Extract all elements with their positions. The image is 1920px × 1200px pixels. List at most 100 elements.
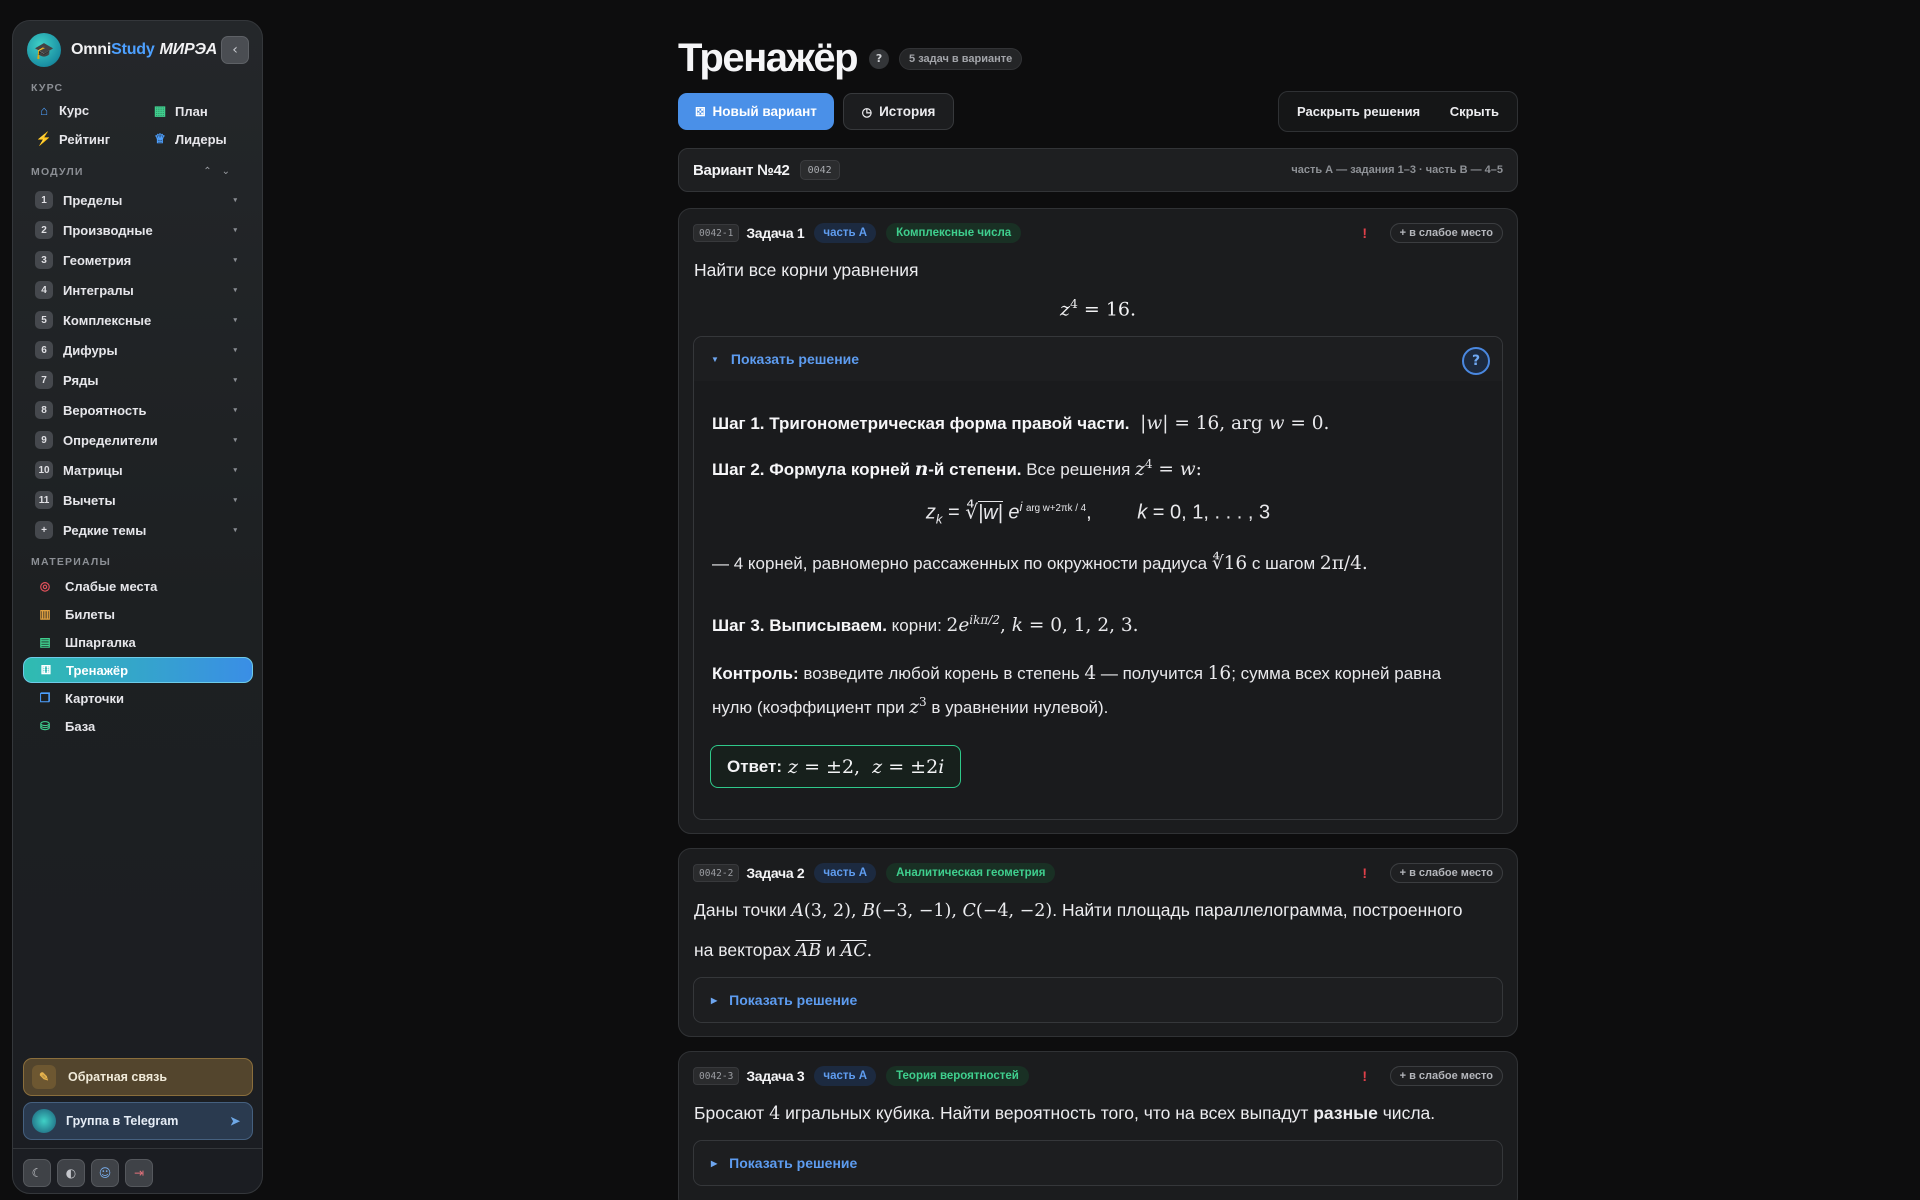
module-item[interactable]: 4 Интегралы ▾: [33, 277, 247, 303]
module-item[interactable]: 3 Геометрия ▾: [33, 247, 247, 273]
material-item-cards[interactable]: ❐ Карточки: [23, 685, 253, 711]
expand-collapse-modules[interactable]: ⌃⌄: [203, 166, 240, 177]
target-icon: ◎: [39, 579, 51, 593]
sidebar-toolbar: ☾ ◐ ☺ ⇥: [23, 1159, 153, 1187]
pencil-icon: ✎: [32, 1065, 56, 1089]
task-equation: z4 = 16.: [1059, 297, 1137, 321]
sidebar: 🎓 OmniStudy МИРЭА ‹ КУРС ⌂ Курс ▦ План ⚡ …: [12, 20, 263, 1194]
nav-item-leaders[interactable]: ♕ Лидеры: [151, 131, 226, 147]
task-code: 0042-2: [693, 864, 740, 882]
part-tag: часть А: [814, 863, 877, 883]
caret-down-icon: ▾: [233, 287, 237, 294]
hide-solutions-button[interactable]: Скрыть: [1450, 104, 1499, 119]
part-tag: часть А: [814, 1066, 877, 1086]
report-icon[interactable]: !: [1362, 1068, 1367, 1084]
module-item[interactable]: 2 Производные ▾: [33, 217, 247, 243]
nav-item-plan[interactable]: ▦ План: [151, 103, 208, 119]
variant-header: Вариант №42 0042 часть А — задания 1–3 ·…: [678, 148, 1518, 192]
module-item[interactable]: 8 Вероятность ▾: [33, 397, 247, 423]
task-card: 0042-3 Задача 3 часть А Теория вероятнос…: [678, 1051, 1518, 1200]
task-header: 0042-3 Задача 3 часть А Теория вероятнос…: [693, 1066, 1503, 1086]
material-item-trainer[interactable]: ⚅ Тренажёр: [23, 657, 253, 683]
module-item[interactable]: 10 Матрицы ▾: [33, 457, 247, 483]
task-title: Задача 2: [746, 865, 805, 881]
brand-header: 🎓 OmniStudy МИРЭА ‹: [27, 31, 249, 69]
report-icon[interactable]: !: [1362, 225, 1367, 241]
section-label-course: КУРС: [31, 82, 64, 94]
brand-name[interactable]: OmniStudy МИРЭА: [71, 41, 217, 59]
page-title: Тренажёр: [678, 36, 859, 80]
module-item[interactable]: + Редкие темы ▾: [33, 517, 247, 543]
solution-panel: ▼ Показать решение ? Шаг 1. Тригонометри…: [693, 336, 1503, 820]
task-title: Задача 3: [746, 1068, 805, 1084]
feedback-button[interactable]: ✎ Обратная связь: [23, 1058, 253, 1096]
solution-toggle[interactable]: ▶ Показать решение: [694, 978, 1502, 1022]
caret-down-icon: ▾: [233, 317, 237, 324]
telegram-group-button[interactable]: Группа в Telegram ➤: [23, 1102, 253, 1140]
home-icon: ⌂: [40, 103, 48, 118]
reveal-solutions-button[interactable]: Раскрыть решения: [1279, 104, 1420, 119]
title-row: Тренажёр ? 5 задач в варианте: [678, 36, 1023, 81]
module-item[interactable]: 9 Определители ▾: [33, 427, 247, 453]
material-item-database[interactable]: ⛁ База: [23, 713, 253, 739]
solutions-toggle-group: Раскрыть решения Скрыть: [1278, 91, 1518, 132]
section-label-materials: МАТЕРИАЛЫ: [31, 556, 111, 568]
new-variant-button[interactable]: ⚄ Новый вариант: [678, 93, 834, 130]
dice-icon: ⚅: [40, 663, 52, 677]
report-icon[interactable]: !: [1362, 865, 1367, 881]
solution-panel: ▶ Показать решение: [693, 1140, 1503, 1186]
dice-icon: ⚄: [695, 104, 706, 119]
part-tag: часть А: [814, 223, 877, 243]
caret-right-icon: ▶: [711, 995, 718, 1005]
task-title: Задача 1: [746, 225, 805, 241]
module-item[interactable]: 7 Ряды ▾: [33, 367, 247, 393]
add-weak-spot-button[interactable]: + в слабое место: [1389, 1066, 1503, 1086]
expand-all-icon[interactable]: ⌄: [222, 166, 240, 177]
module-item[interactable]: 6 Дифуры ▾: [33, 337, 247, 363]
caret-down-icon: ▾: [233, 467, 237, 474]
collapse-all-icon[interactable]: ⌃: [203, 166, 221, 177]
solution-step-2-note: — 4 корней, равномерно рассаженных по ок…: [712, 553, 1368, 574]
variant-structure-note: часть А — задания 1–3 · часть В — 4–5: [1291, 164, 1503, 176]
nav-item-rating[interactable]: ⚡ Рейтинг: [35, 131, 110, 147]
logout-icon[interactable]: ⇥: [125, 1159, 153, 1187]
group-avatar: [32, 1109, 56, 1133]
contrast-icon[interactable]: ◐: [57, 1159, 85, 1187]
caret-down-icon: ▾: [233, 227, 237, 234]
caret-down-icon: ▾: [233, 497, 237, 504]
add-weak-spot-button[interactable]: + в слабое место: [1389, 863, 1503, 883]
solution-toggle[interactable]: ▼ Показать решение: [694, 337, 1502, 381]
graduation-cap-icon[interactable]: 🎓: [27, 33, 61, 67]
database-icon: ⛁: [39, 719, 51, 733]
collapse-sidebar-button[interactable]: ‹: [221, 36, 249, 64]
module-item[interactable]: 1 Пределы ▾: [33, 187, 247, 213]
clock-icon: ◷: [861, 104, 873, 119]
solution-help-button[interactable]: ?: [1462, 347, 1490, 375]
caret-down-icon: ▾: [233, 347, 237, 354]
note-icon: ▤: [39, 635, 51, 649]
module-item[interactable]: 5 Комплексные ▾: [33, 307, 247, 333]
add-weak-spot-button[interactable]: + в слабое место: [1389, 223, 1503, 243]
material-item-tickets[interactable]: ▥ Билеты: [23, 601, 253, 627]
topic-tag: Комплексные числа: [886, 223, 1022, 243]
material-item-weak-spots[interactable]: ◎ Слабые места: [23, 573, 253, 599]
topic-tag: Аналитическая геометрия: [886, 863, 1056, 883]
help-icon[interactable]: ?: [869, 48, 890, 69]
solution-panel: ▶ Показать решение: [693, 977, 1503, 1023]
book-icon: ▥: [39, 607, 51, 621]
cards-icon: ❐: [39, 691, 51, 705]
caret-down-icon: ▾: [233, 197, 237, 204]
solution-toggle[interactable]: ▶ Показать решение: [694, 1141, 1502, 1185]
task-code: 0042-1: [693, 224, 740, 242]
moon-icon[interactable]: ☾: [23, 1159, 51, 1187]
nav-item-course[interactable]: ⌂ Курс: [35, 103, 89, 118]
history-button[interactable]: ◷ История: [843, 93, 954, 130]
task-card: 0042-1 Задача 1 часть А Комплексные числ…: [678, 208, 1518, 834]
module-item[interactable]: 11 Вычеты ▾: [33, 487, 247, 513]
section-label-modules: МОДУЛИ: [31, 166, 84, 178]
caret-right-icon: ▶: [711, 1158, 718, 1168]
task-header: 0042-2 Задача 2 часть А Аналитическая ге…: [693, 863, 1503, 883]
user-icon[interactable]: ☺: [91, 1159, 119, 1187]
material-item-cheatsheet[interactable]: ▤ Шпаргалка: [23, 629, 253, 655]
variant-code: 0042: [799, 160, 840, 180]
